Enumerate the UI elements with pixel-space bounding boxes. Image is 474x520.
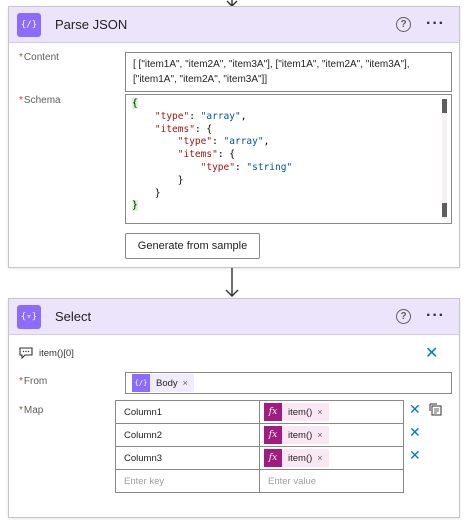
fx-icon: fx [264, 426, 282, 444]
schema-line: "items": { [154, 123, 213, 135]
schema-line: "items": { [177, 149, 235, 161]
fx-icon: fx [264, 449, 282, 467]
scroll-thumb-top[interactable] [442, 99, 447, 113]
from-label: *From [19, 376, 48, 387]
enter-value-input[interactable]: Enter value [259, 469, 404, 493]
expression-preview: item()[0] [39, 348, 74, 359]
schema-code: { "type": "array", "items": { "type": "a… [132, 98, 292, 213]
schema-line: } [132, 174, 184, 186]
schema-line: } [132, 187, 161, 199]
curly-braces-icon: {/} [132, 374, 150, 392]
fx-icon: fx [264, 403, 282, 421]
more-options-icon[interactable]: ··· [426, 307, 445, 325]
map-label: *Map [19, 405, 44, 416]
schema-line: { [132, 98, 138, 109]
schema-editor[interactable]: { "type": "array", "items": { "type": "a… [125, 94, 452, 224]
schema-line: "type": "array", [177, 136, 270, 148]
remove-token-icon[interactable]: × [317, 453, 322, 463]
remove-token-icon[interactable]: × [317, 430, 322, 440]
map-key-cell[interactable]: Column3 [115, 446, 260, 470]
select-header[interactable]: {▿} Select ? ··· [9, 299, 459, 335]
remove-token-icon[interactable]: × [317, 407, 322, 417]
map-value-cell[interactable]: fx item() × [259, 423, 404, 447]
scroll-thumb-bottom[interactable] [442, 203, 447, 217]
more-options-icon[interactable]: ··· [426, 15, 445, 33]
map-key-cell[interactable]: Column1 [115, 400, 260, 424]
select-card: {▿} Select ? ··· item()[0] ✕ *From {/} B… [8, 298, 460, 518]
expression-token[interactable]: fx item() × [264, 426, 329, 444]
delete-row-icon[interactable]: ✕ [409, 447, 421, 464]
map-value-cell[interactable]: fx item() × [259, 446, 404, 470]
schema-scrollbar[interactable] [442, 99, 447, 219]
enter-key-input[interactable]: Enter key [115, 469, 260, 493]
map-row-empty: Enter key Enter value [115, 469, 406, 493]
select-action-icon: {▿} [17, 304, 41, 329]
content-label: *Content [19, 52, 59, 63]
schema-line: "type": "string" [200, 161, 293, 173]
content-field[interactable]: [ ["item1A", "item2A", "item3A"], ["item… [125, 52, 452, 92]
comment-icon [19, 347, 33, 359]
expression-token[interactable]: fx item() × [264, 449, 329, 467]
map-row: Column1 fx item() × [115, 400, 406, 424]
parse-json-title: Parse JSON [55, 17, 128, 32]
close-expression-icon[interactable]: ✕ [425, 343, 438, 363]
generate-from-sample-button[interactable]: Generate from sample [125, 233, 260, 259]
expression-token[interactable]: fx item() × [264, 403, 329, 421]
help-icon[interactable]: ? [396, 17, 411, 32]
help-icon[interactable]: ? [396, 309, 411, 324]
delete-row-icon[interactable]: ✕ [409, 401, 421, 418]
select-title: Select [55, 309, 92, 324]
body-token[interactable]: {/} Body × [132, 374, 194, 392]
parse-json-header[interactable]: {/} Parse JSON ? ··· [9, 7, 459, 43]
map-row: Column3 fx item() × [115, 446, 406, 470]
map-value-cell[interactable]: fx item() × [259, 400, 404, 424]
body-token-label: Body [156, 377, 178, 389]
remove-token-icon[interactable]: × [183, 378, 188, 388]
curly-braces-icon: {/} [17, 12, 41, 37]
switch-to-text-mode-icon[interactable] [429, 403, 443, 417]
map-key-cell[interactable]: Column2 [115, 423, 260, 447]
schema-line: "type": "array", [154, 110, 247, 122]
delete-row-icon[interactable]: ✕ [409, 424, 421, 441]
parse-json-card: {/} Parse JSON ? ··· *Content [ ["item1A… [8, 6, 460, 268]
schema-label: *Schema [19, 95, 61, 106]
connector-arrow-middle [225, 268, 239, 297]
from-field[interactable]: {/} Body × [125, 372, 452, 394]
map-table: Column1 fx item() × Column2 fx item() × … [115, 400, 406, 493]
schema-line: } [132, 200, 138, 212]
map-row: Column2 fx item() × [115, 423, 406, 447]
